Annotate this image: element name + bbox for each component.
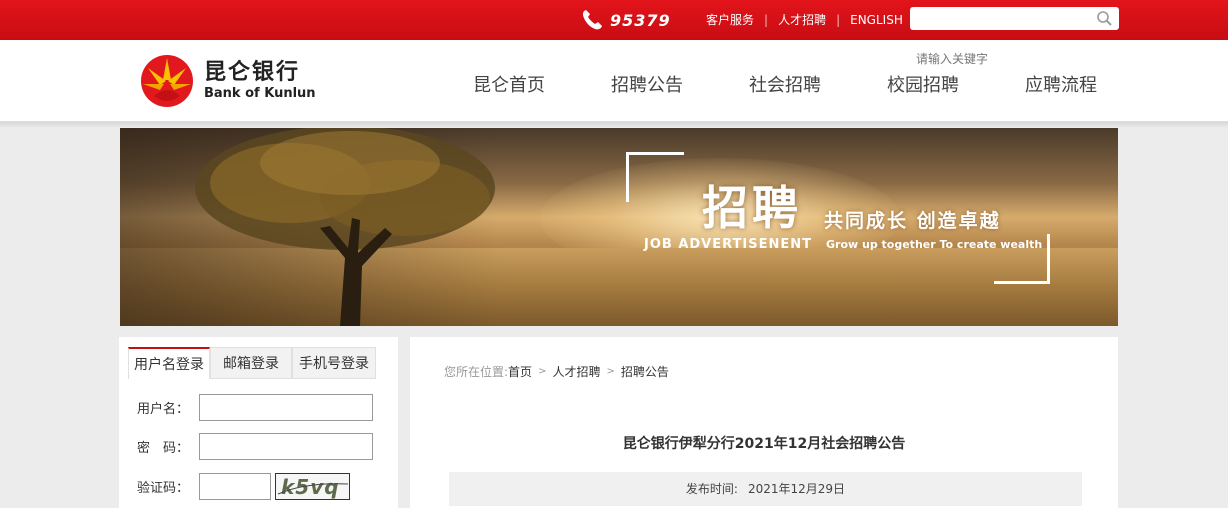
breadcrumb-talent[interactable]: 人才招聘 (552, 363, 600, 380)
breadcrumb-prefix: 您所在位置: (444, 365, 509, 379)
publish-date: 2021年12月29日 (747, 482, 846, 496)
english-link[interactable]: ENGLISH (850, 13, 903, 27)
hotline-number: 95379 (610, 10, 671, 30)
captcha-row: 验证码： k5vq (137, 473, 350, 500)
main-nav: 昆仑首页 招聘公告 社会招聘 校园招聘 应聘流程 (440, 71, 1130, 97)
search-box (910, 7, 1119, 30)
search-input[interactable] (910, 7, 1090, 30)
captcha-label: 验证码： (137, 481, 190, 496)
breadcrumb-arrow-icon: > (606, 366, 615, 377)
content-panel: 您所在位置: 首页 > 人才招聘 > 招聘公告 昆仑银行伊犁分行2021年12月… (410, 337, 1118, 508)
logo-name-cn: 昆仑银行 (204, 60, 301, 85)
hotline: 95379 (580, 7, 671, 33)
nav-item-social-recruit[interactable]: 社会招聘 (716, 71, 854, 97)
breadcrumb: 您所在位置: 首页 > 人才招聘 > 招聘公告 (444, 363, 669, 380)
logo-emblem-icon (141, 55, 193, 107)
talent-recruit-link[interactable]: 人才招聘 (778, 11, 826, 28)
phone-icon (582, 10, 602, 30)
tab-email-login[interactable]: 邮箱登录 (210, 347, 292, 379)
banner-en-slogan: Grow up together To create wealth (826, 238, 1043, 251)
tab-phone-login[interactable]: 手机号登录 (292, 347, 376, 379)
recruit-banner: 招聘 共同成长 创造卓越 JOB ADVERTISENENT Grow up t… (120, 128, 1118, 326)
publish-meta: 发布时间: 2021年12月29日 (449, 472, 1082, 506)
login-tabs: 用户名登录 邮箱登录 手机号登录 (128, 347, 376, 379)
captcha-noise (277, 483, 349, 495)
banner-title: 招聘 (702, 181, 802, 235)
article-title: 昆仑银行伊犁分行2021年12月社会招聘公告 (622, 436, 906, 452)
nav-item-campus-recruit[interactable]: 校园招聘 (854, 71, 992, 97)
password-label: 密 码： (137, 441, 190, 456)
site-header: 昆仑银行 Bank of Kunlun 请输入关键字 昆仑首页 招聘公告 社会招… (0, 40, 1228, 122)
captcha-image[interactable]: k5vq (275, 473, 350, 500)
nav-item-announcements[interactable]: 招聘公告 (578, 71, 716, 97)
captcha-field[interactable] (199, 473, 271, 500)
banner-slogan: 共同成长 创造卓越 (824, 210, 1001, 232)
password-row: 密 码： (137, 433, 373, 460)
password-field[interactable] (199, 433, 373, 460)
top-links: 客户服务 | 人才招聘 | ENGLISH (706, 11, 903, 28)
nav-item-home[interactable]: 昆仑首页 (440, 71, 578, 97)
bank-logo[interactable]: 昆仑银行 Bank of Kunlun (140, 54, 316, 108)
nav-item-process[interactable]: 应聘流程 (992, 71, 1130, 97)
username-row: 用户名： (137, 394, 373, 421)
banner-en-title: JOB ADVERTISENENT (644, 237, 812, 252)
tree-icon (195, 128, 495, 326)
username-label: 用户名： (137, 402, 190, 417)
breadcrumb-announcements[interactable]: 招聘公告 (621, 363, 669, 380)
top-bar: 95379 客户服务 | 人才招聘 | ENGLISH (0, 0, 1228, 40)
search-icon[interactable] (1096, 10, 1113, 27)
breadcrumb-home[interactable]: 首页 (508, 363, 532, 380)
search-hint: 请输入关键字 (916, 52, 989, 66)
publish-label: 发布时间: (685, 482, 738, 496)
logo-name-en: Bank of Kunlun (204, 86, 316, 101)
divider: | (764, 12, 769, 27)
banner-bracket-top-left (626, 152, 684, 202)
tab-username-login[interactable]: 用户名登录 (128, 347, 210, 379)
divider: | (836, 12, 841, 27)
breadcrumb-arrow-icon: > (538, 366, 547, 377)
username-field[interactable] (199, 394, 373, 421)
login-panel: 用户名登录 邮箱登录 手机号登录 用户名： 密 码： 验证码： k5vq (119, 337, 398, 508)
customer-service-link[interactable]: 客户服务 (706, 11, 754, 28)
